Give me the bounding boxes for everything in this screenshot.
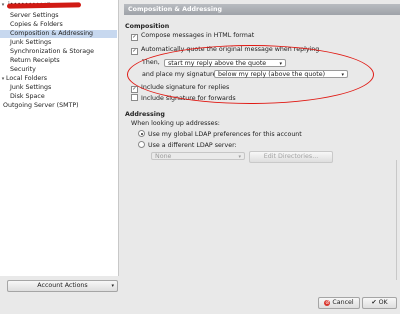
sidebar-item-local-folders[interactable]: ▾ Local Folders — [0, 75, 47, 83]
global-ldap-label: Use my global LDAP preferences for this … — [148, 131, 302, 138]
auto-quote-label: Automatically quote the original message… — [141, 46, 320, 53]
sidebar-item-security[interactable]: Security — [10, 66, 36, 74]
chevron-down-icon: ▾ — [111, 283, 114, 289]
html-format-label: Compose messages in HTML format — [141, 32, 255, 39]
sidebar-item-junk-settings[interactable]: Junk Settings — [10, 39, 51, 47]
include-forwards-checkbox-row[interactable]: Include signature for forwards — [131, 94, 236, 102]
include-replies-checkbox-row[interactable]: ✓ Include signature for replies — [131, 84, 230, 93]
sidebar-item-label: Junk Settings — [10, 39, 52, 46]
sidebar-item-composition-addressing[interactable]: Composition & Addressing — [0, 30, 117, 38]
then-label: Then, — [142, 59, 160, 66]
edit-directories-button[interactable]: Edit Directories... — [249, 151, 333, 163]
sidebar-item-local-junk-settings[interactable]: Junk Settings — [10, 84, 51, 92]
sidebar-item-outgoing-server[interactable]: Outgoing Server (SMTP) — [3, 102, 79, 110]
auto-quote-checkbox-row[interactable]: ✓ Automatically quote the original messag… — [131, 46, 320, 55]
cancel-icon: ⊘ — [324, 300, 331, 306]
lookup-label: When looking up addresses: — [131, 120, 220, 127]
different-ldap-radio-row[interactable]: Use a different LDAP server: — [138, 141, 237, 149]
html-format-checkbox-row[interactable]: ✓ Compose messages in HTML format — [131, 32, 255, 41]
cancel-label: Cancel — [332, 299, 354, 306]
sidebar-item-label: Return Receipts — [10, 57, 60, 64]
chevron-down-icon: ▾ — [279, 61, 282, 67]
account-actions-button[interactable]: Account Actions ▾ — [7, 280, 118, 292]
ok-label: OK — [378, 299, 388, 306]
include-replies-label: Include signature for replies — [141, 84, 230, 91]
composition-section-title: Composition — [125, 23, 170, 30]
account-tree: ▾ j••••••••••n Server Settings Copies & … — [0, 0, 119, 276]
global-ldap-radio[interactable] — [138, 130, 145, 137]
account-actions-label: Account Actions — [37, 282, 88, 289]
html-format-checkbox[interactable]: ✓ — [131, 34, 138, 41]
expand-arrow-icon[interactable]: ▾ — [0, 1, 6, 9]
redaction-scribble — [6, 2, 82, 9]
sidebar-item-label: Server Settings — [10, 12, 59, 19]
auto-quote-checkbox[interactable]: ✓ — [131, 48, 138, 55]
include-forwards-checkbox[interactable] — [131, 94, 138, 101]
cancel-button[interactable]: ⊘ Cancel — [318, 297, 360, 309]
reply-position-value: start my reply above the quote — [168, 60, 267, 67]
addressing-section-title: Addressing — [125, 111, 165, 118]
different-ldap-radio[interactable] — [138, 141, 145, 148]
include-replies-checkbox[interactable]: ✓ — [131, 86, 138, 93]
sidebar-item-label: Synchronization & Storage — [10, 48, 94, 55]
signature-position-label: and place my signature — [142, 71, 217, 78]
sidebar-item-label: Copies & Folders — [10, 21, 63, 28]
signature-position-value: below my reply (above the quote) — [218, 71, 326, 78]
ok-button[interactable]: ✔ OK — [362, 297, 397, 309]
checkmark-icon: ✔ — [371, 299, 377, 306]
settings-panel: Composition & Addressing Composition ✓ Co… — [124, 0, 400, 314]
sidebar-item-sync-storage[interactable]: Synchronization & Storage — [10, 48, 94, 56]
global-ldap-radio-row[interactable]: Use my global LDAP preferences for this … — [138, 130, 302, 138]
different-ldap-label: Use a different LDAP server: — [148, 142, 237, 149]
ldap-server-value: None — [155, 153, 172, 160]
sidebar-item-label: Junk Settings — [10, 84, 52, 91]
reply-position-select[interactable]: start my reply above the quote ▾ — [164, 59, 286, 67]
signature-position-select[interactable]: below my reply (above the quote) ▾ — [214, 70, 348, 78]
sidebar-item-label: Composition & Addressing — [10, 30, 94, 37]
sidebar-item-copies-folders[interactable]: Copies & Folders — [10, 21, 63, 29]
sidebar-item-label: Security — [10, 66, 36, 73]
sidebar-item-label: Local Folders — [6, 75, 48, 82]
include-forwards-label: Include signature for forwards — [141, 95, 236, 102]
chevron-down-icon: ▾ — [238, 154, 241, 160]
window-edge-divider — [396, 160, 397, 280]
sidebar-item-label: Disk Space — [10, 93, 45, 100]
edit-directories-label: Edit Directories... — [263, 153, 319, 160]
sidebar-item-label: Outgoing Server (SMTP) — [3, 102, 79, 109]
page-title: Composition & Addressing — [124, 4, 400, 15]
sidebar-item-disk-space[interactable]: Disk Space — [10, 93, 45, 101]
chevron-down-icon: ▾ — [341, 72, 344, 78]
sidebar-item-return-receipts[interactable]: Return Receipts — [10, 57, 60, 65]
ldap-server-select[interactable]: None ▾ — [151, 152, 245, 160]
sidebar-item-server-settings[interactable]: Server Settings — [10, 12, 58, 20]
